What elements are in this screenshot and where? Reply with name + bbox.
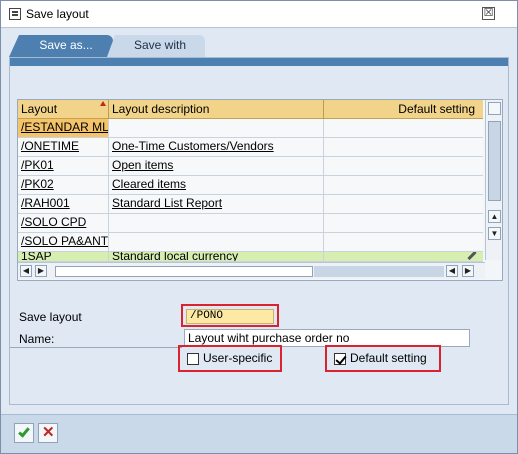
layout-table: Layout Layout description Default settin… (17, 99, 503, 281)
table-row[interactable]: /PK01 Open items (18, 157, 483, 176)
save-layout-input[interactable]: /PONO (186, 309, 274, 324)
scroll-down-button[interactable]: ▼ (488, 227, 501, 240)
cell-default-setting (324, 214, 483, 232)
window-icon (9, 8, 21, 20)
hscroll-thumb[interactable] (55, 266, 313, 277)
arrow-up-icon: ▲ (490, 212, 499, 221)
cell-description[interactable] (109, 233, 324, 251)
table-row[interactable]: 1SAP Standard local currency (18, 252, 483, 262)
close-button[interactable]: ☒ (482, 7, 495, 20)
cell-layout[interactable]: /PK02 (18, 176, 109, 194)
window-title: Save layout (26, 7, 89, 21)
arrow-left-icon: ◀ (448, 266, 456, 275)
cell-description[interactable]: Standard local currency (109, 252, 324, 261)
column-header-layout[interactable]: Layout (18, 100, 109, 119)
sort-indicator-icon (100, 101, 106, 106)
table-row[interactable]: /ESTANDAR ML (18, 119, 483, 138)
tab-save-with[interactable]: Save with (107, 35, 205, 57)
user-specific-checkbox[interactable] (187, 353, 199, 365)
vertical-scrollbar[interactable]: ▲ ▼ (485, 100, 502, 260)
cell-description[interactable] (109, 214, 324, 232)
arrow-right-icon: ▶ (37, 266, 45, 275)
dialog-footer: ✕ (1, 414, 517, 453)
table-row[interactable]: /ONETIME One-Time Customers/Vendors (18, 138, 483, 157)
cell-default-setting (324, 252, 483, 261)
cell-layout[interactable]: /PK01 (18, 157, 109, 175)
cell-layout[interactable]: /ONETIME (18, 138, 109, 156)
arrow-down-icon: ▼ (490, 229, 499, 238)
cell-layout[interactable]: /SOLO CPD (18, 214, 109, 232)
column-header-default-setting[interactable]: Default setting (324, 100, 483, 119)
cell-layout[interactable]: /ESTANDAR ML (18, 119, 109, 137)
save-layout-label: Save layout (19, 310, 82, 324)
cell-description[interactable] (109, 119, 324, 137)
name-label-divider (10, 347, 182, 348)
default-setting-callout: Default setting (325, 345, 441, 372)
horizontal-scrollbar[interactable]: ◀ ▶ ◀ ▶ (18, 262, 485, 279)
save-layout-dialog: Save layout ☒ Save as... Save with Layou… (0, 0, 518, 454)
table-row[interactable]: /PK02 Cleared items (18, 176, 483, 195)
arrow-left-icon: ◀ (22, 266, 30, 275)
cell-description[interactable]: Open items (109, 157, 324, 175)
arrow-right-icon: ▶ (464, 266, 472, 275)
cancel-icon: ✕ (42, 424, 55, 441)
cancel-button[interactable]: ✕ (38, 423, 58, 443)
cell-description[interactable]: Standard List Report (109, 195, 324, 213)
tab-content-strip (10, 58, 508, 66)
title-bar: Save layout ☒ (1, 1, 517, 28)
scroll-top-button[interactable] (488, 102, 501, 115)
cell-layout[interactable]: /RAH001 (18, 195, 109, 213)
scroll-right-end-button[interactable]: ▶ (462, 265, 474, 277)
scroll-thumb[interactable] (488, 121, 501, 201)
column-header-description[interactable]: Layout description (109, 100, 324, 119)
cell-layout[interactable]: /SOLO PA&ANT (18, 233, 109, 251)
pencil-icon (467, 252, 477, 261)
scroll-right-button[interactable]: ▶ (35, 265, 47, 277)
cell-default-setting (324, 119, 483, 137)
tab-content: Layout Layout description Default settin… (9, 57, 509, 405)
name-label: Name: (19, 332, 55, 346)
scroll-left-button[interactable]: ◀ (20, 265, 32, 277)
table-row[interactable]: /SOLO CPD (18, 214, 483, 233)
cell-default-setting (324, 157, 483, 175)
default-setting-label: Default setting (350, 351, 427, 365)
cell-layout[interactable]: 1SAP (18, 252, 109, 261)
default-setting-checkbox[interactable] (334, 353, 346, 365)
cell-default-setting (324, 195, 483, 213)
confirm-button[interactable] (14, 423, 34, 443)
scroll-left-end-button[interactable]: ◀ (446, 265, 458, 277)
user-specific-callout: User-specific (178, 345, 282, 372)
cell-default-setting (324, 138, 483, 156)
cell-description[interactable]: Cleared items (109, 176, 324, 194)
close-icon: ☒ (483, 7, 494, 19)
table-row[interactable]: /SOLO PA&ANT (18, 233, 483, 252)
hscroll-track (314, 266, 444, 277)
table-header: Layout Layout description Default settin… (18, 100, 483, 119)
save-layout-callout: /PONO (181, 304, 279, 327)
scroll-up-button[interactable]: ▲ (488, 210, 501, 223)
cell-default-setting (324, 176, 483, 194)
user-specific-label: User-specific (203, 351, 273, 365)
cell-description[interactable]: One-Time Customers/Vendors (109, 138, 324, 156)
table-row[interactable]: /RAH001 Standard List Report (18, 195, 483, 214)
column-header-label: Layout (21, 102, 58, 116)
tab-save-as[interactable]: Save as... (9, 35, 113, 57)
cell-default-setting (324, 233, 483, 251)
check-icon (18, 425, 30, 438)
